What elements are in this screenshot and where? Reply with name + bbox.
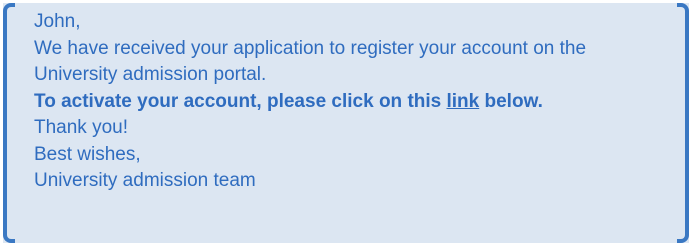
activation-instruction: To activate your account, please click o…	[34, 89, 669, 116]
closing-text: Best wishes,	[34, 143, 141, 165]
signature-text: University admission team	[34, 170, 256, 191]
body-text-line-2: University admission portal.	[34, 64, 267, 85]
body-text-line-1: We have received your application to reg…	[34, 37, 587, 59]
activation-link[interactable]: link	[447, 91, 480, 112]
left-bracket-border	[3, 3, 15, 243]
greeting-text: John,	[34, 11, 81, 32]
activation-text-after-link: below.	[479, 90, 543, 112]
activation-text-before-link: To activate your account, please click o…	[34, 90, 447, 112]
email-message-card: John, We have received your application …	[3, 3, 689, 243]
email-message-body: John, We have received your application …	[34, 9, 669, 195]
thanks-text: Thank you!	[34, 117, 128, 138]
right-bracket-border	[677, 3, 689, 243]
